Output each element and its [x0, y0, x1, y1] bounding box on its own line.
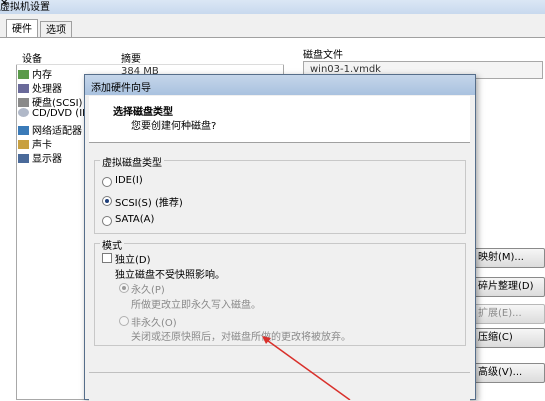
annotation-arrow-icon — [262, 336, 351, 400]
